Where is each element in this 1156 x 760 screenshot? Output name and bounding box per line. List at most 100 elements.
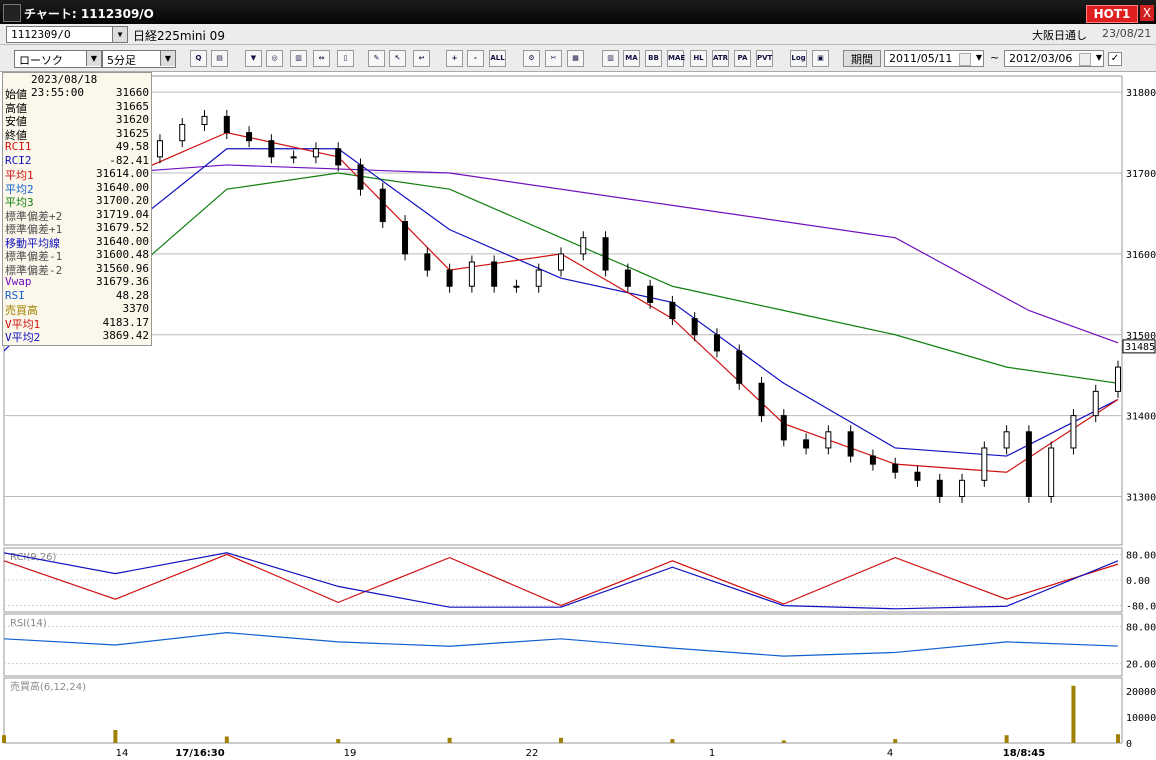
info-row: 標準偏差+2 31719.04 <box>3 207 151 223</box>
price-tick-label: 31800 <box>1126 88 1156 99</box>
info-row: 平均3 31700.20 <box>3 194 151 209</box>
market-label: 大阪日通し <box>1032 29 1087 42</box>
info-row: Vwap 31679.36 <box>3 275 151 288</box>
x-axis-label: 4 <box>887 748 893 759</box>
candle-body <box>981 447 988 481</box>
candle-body <box>580 237 587 255</box>
info-row: 高値 31665 <box>3 100 151 115</box>
search-icon[interactable]: ◎ <box>266 50 283 67</box>
chart-type-select[interactable]: ローソク ▼ <box>14 50 102 68</box>
info-panel: 2023/08/18 23:55:00 始値 31660 高値 31665 安値 3162… <box>2 72 152 346</box>
calendar-icon[interactable] <box>1079 53 1091 66</box>
info-row-value: 31679.52 <box>96 221 149 234</box>
x-axis-label: 22 <box>526 748 539 759</box>
ma-icon[interactable]: MA <box>623 50 640 67</box>
info-row: V平均2 3869.42 <box>3 329 151 344</box>
window-icon[interactable]: ▣ <box>812 50 829 67</box>
toolbar: ローソク ▼ 5分足 ▼ Q ▤ ▼ ◎ ▥ ↔ ▯ ✎ ↖ ↩ + - ALL ⚙ ✂ ▦ ▥ MA BB MAE H… <box>0 45 1156 72</box>
info-row: 平均1 31614.00 <box>3 167 151 182</box>
candle-body <box>1025 431 1032 497</box>
candle-body <box>268 140 275 158</box>
window-title: チャート: 1112309/O <box>24 7 154 21</box>
pen-icon[interactable]: ✎ <box>368 50 385 67</box>
pvt-icon[interactable]: PVT <box>756 50 773 67</box>
info-row-value: 31660 <box>115 86 149 99</box>
palette-icon[interactable]: ▦ <box>567 50 584 67</box>
layout-icon[interactable]: ▤ <box>211 50 228 67</box>
x-axis-label: 1 <box>709 748 715 759</box>
chart-icon[interactable]: ▥ <box>290 50 307 67</box>
candle-body <box>535 269 542 287</box>
zoom-out-icon[interactable]: - <box>467 50 484 67</box>
candle-body <box>780 415 787 441</box>
mae-icon[interactable]: MAE <box>667 50 685 67</box>
candle-body <box>179 124 186 142</box>
rsi-label: RSI(14) <box>10 618 47 629</box>
calendar-icon[interactable] <box>959 53 971 66</box>
chevron-down-icon[interactable]: ▼ <box>160 51 175 66</box>
interval-select[interactable]: 5分足 ▼ <box>102 50 176 68</box>
blank-icon[interactable]: ▯ <box>337 50 354 67</box>
zoom-icon[interactable]: Q <box>190 50 207 67</box>
volume-bar <box>1071 685 1076 743</box>
candle-body <box>246 132 253 142</box>
atr-icon[interactable]: ATR <box>712 50 729 67</box>
zoom-in-icon[interactable]: + <box>446 50 463 67</box>
candle-body <box>1092 390 1099 417</box>
candle-body <box>513 285 520 288</box>
volume-icon[interactable]: ▥ <box>602 50 619 67</box>
series-line <box>3 148 1119 457</box>
info-row-value: 31719.04 <box>96 207 149 221</box>
date-separator: ~ <box>990 51 1000 64</box>
chevron-down-icon[interactable]: ▼ <box>976 53 982 62</box>
undo-icon[interactable]: ↩ <box>413 50 430 67</box>
candle-body <box>424 253 431 271</box>
hot-badge[interactable]: HOT1 <box>1086 5 1138 23</box>
bb-icon[interactable]: BB <box>645 50 662 67</box>
info-row: RSI 48.28 <box>3 289 151 302</box>
info-row-label: RSI <box>5 288 25 302</box>
log-icon[interactable]: Log <box>790 50 807 67</box>
series-line <box>3 131 1119 473</box>
pa-icon[interactable]: PA <box>734 50 751 67</box>
close-icon[interactable]: X <box>1140 5 1154 21</box>
rsi-line <box>3 631 1119 657</box>
settings-icon[interactable]: ⚙ <box>523 50 540 67</box>
volume-bar <box>1116 734 1120 743</box>
info-row-value: 31614.00 <box>96 167 149 180</box>
candle-body <box>1003 431 1010 449</box>
candle-body <box>914 471 921 481</box>
symbol-select[interactable]: 1112309/O ▼ <box>6 26 128 43</box>
symbol-value: 1112309/O <box>11 28 71 41</box>
price-chart[interactable]: 3180031700316003150031400313003148580.00… <box>0 72 1156 760</box>
x-axis-label: 14 <box>116 748 129 759</box>
candle-body <box>803 439 810 449</box>
date-from-field[interactable]: 2011/05/11 ▼ <box>884 50 984 67</box>
candle-body <box>736 350 743 384</box>
download-icon[interactable]: ▼ <box>245 50 262 67</box>
chevron-down-icon[interactable]: ▼ <box>86 51 101 66</box>
date-to-value: 2012/03/06 <box>1009 52 1073 65</box>
period-button[interactable]: 期間 <box>843 50 881 67</box>
wrench-icon[interactable]: ✂ <box>545 50 562 67</box>
chevron-down-icon[interactable]: ▼ <box>1096 53 1102 62</box>
date-to-field[interactable]: 2012/03/06 ▼ <box>1004 50 1104 67</box>
info-row: 終値 31625 <box>3 127 151 142</box>
info-row-value: 31640.00 <box>96 180 149 194</box>
header-date: 23/08/21 <box>1102 27 1152 40</box>
x-axis-label: 18/8:45 <box>1003 748 1045 759</box>
candle-body <box>713 334 720 352</box>
date-range-checkbox[interactable]: ✓ <box>1108 52 1122 66</box>
chevron-down-icon[interactable]: ▼ <box>112 27 127 42</box>
volume-bar <box>1004 735 1009 743</box>
cursor-icon[interactable]: ↖ <box>389 50 406 67</box>
rci-tick-label: 80.00 <box>1126 550 1156 561</box>
info-row-label: V平均2 <box>5 331 41 344</box>
info-row: 標準偏差-2 31560.96 <box>3 262 151 277</box>
all-icon[interactable]: ALL <box>489 50 506 67</box>
arrow-icon[interactable]: ↔ <box>313 50 330 67</box>
hl-icon[interactable]: HL <box>690 50 707 67</box>
candle-body <box>624 269 631 287</box>
volume-bar <box>559 737 563 743</box>
volume-label: 売買高(6,12,24) <box>10 680 86 693</box>
